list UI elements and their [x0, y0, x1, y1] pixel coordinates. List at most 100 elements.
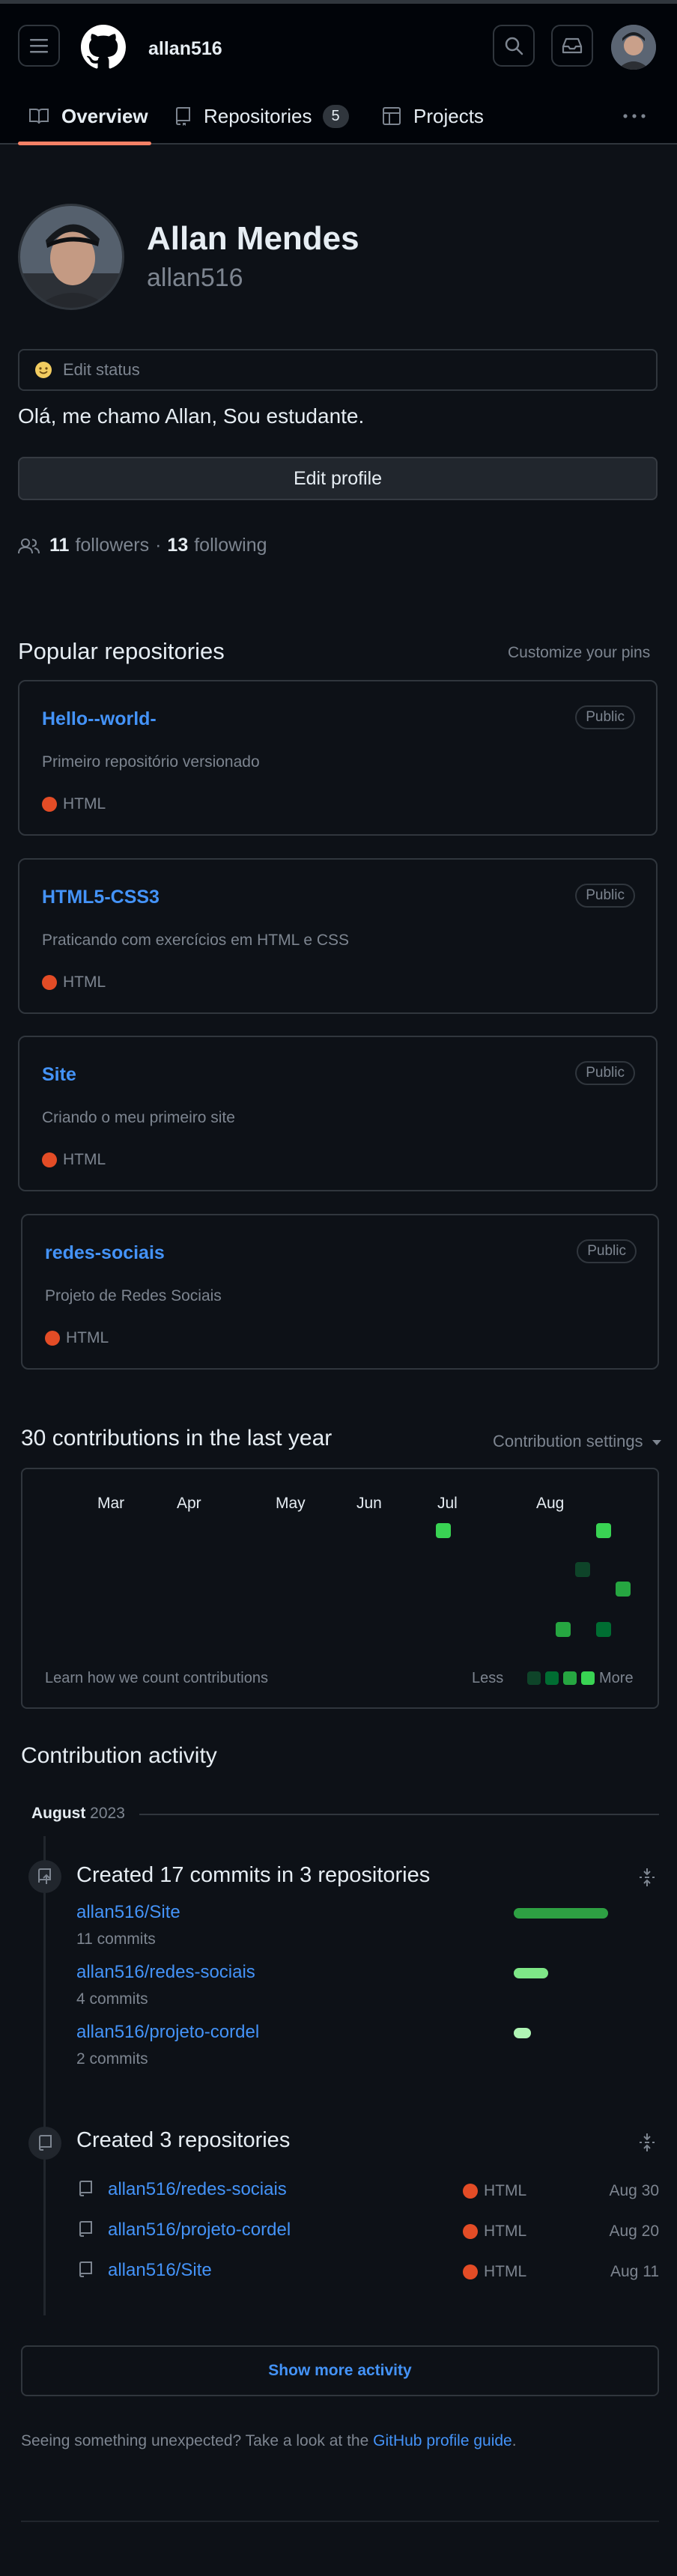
- contribution-day-cell[interactable]: [596, 1523, 611, 1538]
- created-repo-link[interactable]: allan516/projeto-cordel: [108, 2220, 291, 2241]
- contribution-graph: Mar Apr May Jun Jul Aug Learn how we cou…: [21, 1468, 659, 1709]
- repo-language: HTML: [42, 1151, 106, 1169]
- month-label: Jun: [356, 1495, 382, 1512]
- created-date: Aug 20: [609, 2223, 659, 2240]
- created-repo-link[interactable]: allan516/Site: [108, 2260, 212, 2281]
- hamburger-menu-button[interactable]: [18, 25, 60, 67]
- pinned-repo-card: Hello--world- Public Primeiro repositóri…: [18, 680, 658, 836]
- language-color-dot: [42, 975, 57, 990]
- visibility-badge: Public: [575, 1061, 635, 1085]
- tab-repositories[interactable]: Repositories 5: [174, 88, 349, 145]
- commit-repo-link[interactable]: allan516/projeto-cordel: [76, 2022, 259, 2043]
- header-username[interactable]: allan516: [148, 38, 222, 60]
- language-label: HTML: [484, 2182, 527, 2199]
- pinned-repo-card: HTML5-CSS3 Public Praticando com exercíc…: [18, 858, 658, 1014]
- contribution-day-cell[interactable]: [616, 1582, 631, 1597]
- commit-count-link[interactable]: 4 commits: [76, 1990, 148, 2008]
- inbox-icon: [562, 37, 583, 54]
- learn-contributions-link[interactable]: Learn how we count contributions: [45, 1670, 268, 1687]
- contribution-day-cell[interactable]: [556, 1622, 571, 1637]
- fold-toggle-button[interactable]: [638, 1868, 656, 1887]
- top-header: allan516: [0, 0, 677, 91]
- created-repo-row: allan516/projeto-cordel HTML Aug 20: [76, 2215, 659, 2245]
- contribution-day-cell[interactable]: [575, 1562, 590, 1577]
- contribution-day-cell[interactable]: [436, 1523, 451, 1538]
- activity-month: August: [31, 1805, 86, 1822]
- caret-down-icon: [652, 1439, 661, 1445]
- created-date: Aug 30: [609, 2182, 659, 2199]
- more-options-button[interactable]: [622, 107, 647, 125]
- pinned-repo-name[interactable]: Site: [42, 1064, 76, 1086]
- commit-count-link[interactable]: 2 commits: [76, 2050, 148, 2068]
- created-repo-row: allan516/Site HTML Aug 11: [76, 2255, 659, 2285]
- tab-overview-label: Overview: [61, 104, 148, 127]
- contribution-activity-heading: Contribution activity: [21, 1743, 217, 1768]
- profile-tabs: Overview Repositories 5 Projects: [0, 88, 677, 145]
- repo-language: HTML: [42, 795, 106, 813]
- profile-login: allan516: [147, 264, 243, 292]
- timeline-repo-badge: [28, 2127, 61, 2160]
- visibility-badge: Public: [575, 884, 635, 908]
- edit-profile-button[interactable]: Edit profile: [18, 457, 658, 500]
- inbox-button[interactable]: [551, 25, 593, 67]
- legend-more-label: More: [599, 1670, 634, 1686]
- pinned-repo-name[interactable]: HTML5-CSS3: [42, 887, 160, 908]
- contribution-settings-label: Contribution settings: [493, 1432, 643, 1450]
- pinned-repo-name[interactable]: redes-sociais: [45, 1242, 165, 1264]
- month-label: Jul: [437, 1495, 458, 1512]
- repo-language: HTML: [463, 2263, 526, 2281]
- repo-language: HTML: [463, 2223, 526, 2241]
- following-link[interactable]: 13 following: [167, 535, 267, 556]
- repositories-count-badge: 5: [322, 104, 349, 128]
- search-button[interactable]: [493, 25, 535, 67]
- language-color-dot: [463, 2224, 478, 2239]
- avatar[interactable]: [611, 25, 656, 70]
- tab-projects-label: Projects: [413, 104, 484, 127]
- visibility-badge: Public: [577, 1239, 637, 1263]
- following-label: following: [194, 535, 267, 556]
- pinned-repo-name[interactable]: Hello--world-: [42, 708, 157, 730]
- profile-guide-note: Seeing something unexpected? Take a look…: [21, 2432, 517, 2450]
- repo-icon: [79, 2261, 92, 2277]
- follow-separator: ·: [155, 535, 162, 556]
- commit-count-link[interactable]: 11 commits: [76, 1931, 156, 1948]
- github-logo-icon[interactable]: [81, 25, 126, 70]
- contributions-heading: 30 contributions in the last year: [21, 1426, 333, 1450]
- bottom-divider: [21, 2521, 659, 2522]
- commit-progress-bar: [514, 2028, 531, 2038]
- followers-link[interactable]: 11 followers: [49, 535, 149, 556]
- commit-repo-link[interactable]: allan516/redes-sociais: [76, 1962, 255, 1983]
- repo-icon: [175, 107, 190, 126]
- smiley-icon: [35, 362, 52, 378]
- fold-icon: [640, 2133, 655, 2151]
- repo-language: HTML: [463, 2182, 526, 2200]
- show-more-activity-button[interactable]: Show more activity: [21, 2345, 659, 2396]
- profile-avatar[interactable]: [18, 204, 124, 310]
- profile-full-name: Allan Mendes: [147, 220, 359, 257]
- language-color-dot: [42, 797, 57, 812]
- pinned-repo-description: Projeto de Redes Sociais: [45, 1287, 222, 1304]
- language-label: HTML: [63, 973, 106, 991]
- created-repo-link[interactable]: allan516/redes-sociais: [108, 2179, 287, 2200]
- footer-note-suffix: .: [511, 2432, 517, 2449]
- popular-repositories-heading: Popular repositories: [18, 638, 225, 664]
- pinned-repo-card: redes-sociais Public Projeto de Redes So…: [21, 1214, 659, 1370]
- kebab-horizontal-icon: [623, 114, 646, 118]
- contribution-settings-dropdown[interactable]: Contribution settings: [493, 1432, 661, 1451]
- fold-toggle-button[interactable]: [638, 2133, 656, 2152]
- customize-pins-link[interactable]: Customize your pins: [508, 644, 650, 662]
- repo-language: HTML: [42, 973, 106, 991]
- edit-status-button[interactable]: Edit status: [18, 349, 658, 391]
- commit-repo-link[interactable]: allan516/Site: [76, 1902, 180, 1923]
- visibility-badge: Public: [575, 705, 635, 729]
- tab-overview[interactable]: Overview: [28, 88, 148, 145]
- followers-label: followers: [75, 535, 150, 556]
- activity-month-label: August 2023: [31, 1805, 125, 1823]
- profile-guide-link[interactable]: GitHub profile guide: [373, 2432, 512, 2449]
- contribution-day-cell[interactable]: [596, 1622, 611, 1637]
- month-divider: [139, 1814, 659, 1815]
- commit-progress-bar: [514, 1908, 608, 1919]
- table-icon: [383, 107, 401, 125]
- commits-summary-heading: Created 17 commits in 3 repositories: [76, 1863, 431, 1887]
- tab-projects[interactable]: Projects: [382, 88, 484, 145]
